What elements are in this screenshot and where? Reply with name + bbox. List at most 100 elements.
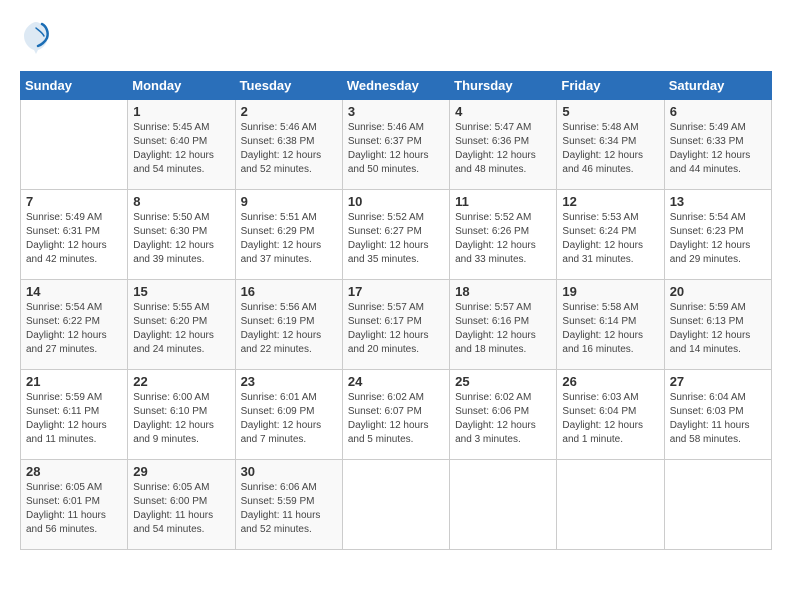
day-info: Sunrise: 5:50 AM Sunset: 6:30 PM Dayligh… — [133, 211, 229, 267]
day-number: 2 — [241, 104, 337, 119]
day-number: 24 — [348, 374, 444, 389]
day-number: 17 — [348, 284, 444, 299]
day-info: Sunrise: 6:04 AM Sunset: 6:03 PM Dayligh… — [670, 391, 766, 447]
day-info: Sunrise: 5:47 AM Sunset: 6:36 PM Dayligh… — [455, 121, 551, 177]
calendar-cell: 13 Sunrise: 5:54 AM Sunset: 6:23 PM Dayli… — [664, 189, 771, 279]
calendar-cell: 8 Sunrise: 5:50 AM Sunset: 6:30 PM Daylig… — [128, 189, 235, 279]
day-info: Sunrise: 6:06 AM Sunset: 5:59 PM Dayligh… — [241, 481, 337, 537]
calendar-cell: 7 Sunrise: 5:49 AM Sunset: 6:31 PM Daylig… — [21, 189, 128, 279]
day-number: 13 — [670, 194, 766, 209]
day-info: Sunrise: 5:58 AM Sunset: 6:14 PM Dayligh… — [562, 301, 658, 357]
day-number: 6 — [670, 104, 766, 119]
calendar-cell: 4 Sunrise: 5:47 AM Sunset: 6:36 PM Daylig… — [450, 99, 557, 189]
calendar-cell: 25 Sunrise: 6:02 AM Sunset: 6:06 PM Dayli… — [450, 369, 557, 459]
day-info: Sunrise: 6:02 AM Sunset: 6:06 PM Dayligh… — [455, 391, 551, 447]
day-number: 8 — [133, 194, 229, 209]
logo-bird-icon — [22, 20, 50, 61]
calendar-cell: 18 Sunrise: 5:57 AM Sunset: 6:16 PM Dayli… — [450, 279, 557, 369]
calendar-cell — [450, 459, 557, 549]
calendar-cell: 6Sunrise: 5:49 AM Sunset: 6:33 PM Daylig… — [664, 99, 771, 189]
calendar-cell: 12 Sunrise: 5:53 AM Sunset: 6:24 PM Dayli… — [557, 189, 664, 279]
logo — [20, 20, 50, 61]
calendar-cell: 28 Sunrise: 6:05 AM Sunset: 6:01 PM Dayli… — [21, 459, 128, 549]
day-header-tuesday: Tuesday — [235, 71, 342, 99]
day-number: 29 — [133, 464, 229, 479]
day-info: Sunrise: 5:51 AM Sunset: 6:29 PM Dayligh… — [241, 211, 337, 267]
calendar-cell: 29 Sunrise: 6:05 AM Sunset: 6:00 PM Dayli… — [128, 459, 235, 549]
calendar-cell — [664, 459, 771, 549]
day-number: 26 — [562, 374, 658, 389]
day-number: 20 — [670, 284, 766, 299]
day-header-monday: Monday — [128, 71, 235, 99]
day-header-thursday: Thursday — [450, 71, 557, 99]
day-header-friday: Friday — [557, 71, 664, 99]
calendar-week-row: 28 Sunrise: 6:05 AM Sunset: 6:01 PM Dayli… — [21, 459, 772, 549]
day-number: 16 — [241, 284, 337, 299]
day-info: Sunrise: 5:54 AM Sunset: 6:23 PM Dayligh… — [670, 211, 766, 267]
calendar-cell: 5Sunrise: 5:48 AM Sunset: 6:34 PM Daylig… — [557, 99, 664, 189]
day-info: Sunrise: 5:52 AM Sunset: 6:27 PM Dayligh… — [348, 211, 444, 267]
calendar-cell — [342, 459, 449, 549]
calendar-cell: 17 Sunrise: 5:57 AM Sunset: 6:17 PM Dayli… — [342, 279, 449, 369]
day-number: 12 — [562, 194, 658, 209]
day-number: 25 — [455, 374, 551, 389]
day-info: Sunrise: 6:01 AM Sunset: 6:09 PM Dayligh… — [241, 391, 337, 447]
day-info: Sunrise: 5:48 AM Sunset: 6:34 PM Dayligh… — [562, 121, 658, 177]
calendar-cell: 10 Sunrise: 5:52 AM Sunset: 6:27 PM Dayli… — [342, 189, 449, 279]
day-number: 3 — [348, 104, 444, 119]
calendar-cell: 2Sunrise: 5:46 AM Sunset: 6:38 PM Daylig… — [235, 99, 342, 189]
day-info: Sunrise: 6:05 AM Sunset: 6:01 PM Dayligh… — [26, 481, 122, 537]
day-info: Sunrise: 5:57 AM Sunset: 6:16 PM Dayligh… — [455, 301, 551, 357]
day-header-sunday: Sunday — [21, 71, 128, 99]
day-info: Sunrise: 5:53 AM Sunset: 6:24 PM Dayligh… — [562, 211, 658, 267]
calendar-cell: 24 Sunrise: 6:02 AM Sunset: 6:07 PM Dayli… — [342, 369, 449, 459]
calendar-week-row: 7 Sunrise: 5:49 AM Sunset: 6:31 PM Daylig… — [21, 189, 772, 279]
calendar-cell: 20Sunrise: 5:59 AM Sunset: 6:13 PM Dayli… — [664, 279, 771, 369]
calendar-cell: 21 Sunrise: 5:59 AM Sunset: 6:11 PM Dayli… — [21, 369, 128, 459]
calendar-cell: 15 Sunrise: 5:55 AM Sunset: 6:20 PM Dayli… — [128, 279, 235, 369]
day-info: Sunrise: 6:02 AM Sunset: 6:07 PM Dayligh… — [348, 391, 444, 447]
calendar-cell: 23 Sunrise: 6:01 AM Sunset: 6:09 PM Dayli… — [235, 369, 342, 459]
day-info: Sunrise: 5:56 AM Sunset: 6:19 PM Dayligh… — [241, 301, 337, 357]
calendar-week-row: 14 Sunrise: 5:54 AM Sunset: 6:22 PM Dayli… — [21, 279, 772, 369]
day-number: 14 — [26, 284, 122, 299]
day-number: 1 — [133, 104, 229, 119]
calendar-cell — [21, 99, 128, 189]
day-info: Sunrise: 5:49 AM Sunset: 6:31 PM Dayligh… — [26, 211, 122, 267]
calendar-cell: 1 Sunrise: 5:45 AM Sunset: 6:40 PM Daylig… — [128, 99, 235, 189]
day-info: Sunrise: 5:46 AM Sunset: 6:37 PM Dayligh… — [348, 121, 444, 177]
day-number: 23 — [241, 374, 337, 389]
calendar-cell: 14 Sunrise: 5:54 AM Sunset: 6:22 PM Dayli… — [21, 279, 128, 369]
day-number: 19 — [562, 284, 658, 299]
day-number: 9 — [241, 194, 337, 209]
day-number: 4 — [455, 104, 551, 119]
day-number: 7 — [26, 194, 122, 209]
day-number: 21 — [26, 374, 122, 389]
calendar-cell: 11Sunrise: 5:52 AM Sunset: 6:26 PM Dayli… — [450, 189, 557, 279]
day-info: Sunrise: 5:55 AM Sunset: 6:20 PM Dayligh… — [133, 301, 229, 357]
day-header-saturday: Saturday — [664, 71, 771, 99]
day-number: 11 — [455, 194, 551, 209]
day-number: 10 — [348, 194, 444, 209]
calendar-cell: 9 Sunrise: 5:51 AM Sunset: 6:29 PM Daylig… — [235, 189, 342, 279]
day-info: Sunrise: 6:03 AM Sunset: 6:04 PM Dayligh… — [562, 391, 658, 447]
day-number: 18 — [455, 284, 551, 299]
page-header — [20, 20, 772, 61]
calendar-cell: 26 Sunrise: 6:03 AM Sunset: 6:04 PM Dayli… — [557, 369, 664, 459]
day-info: Sunrise: 6:05 AM Sunset: 6:00 PM Dayligh… — [133, 481, 229, 537]
day-info: Sunrise: 5:57 AM Sunset: 6:17 PM Dayligh… — [348, 301, 444, 357]
calendar-cell: 19 Sunrise: 5:58 AM Sunset: 6:14 PM Dayli… — [557, 279, 664, 369]
calendar-cell: 30 Sunrise: 6:06 AM Sunset: 5:59 PM Dayli… — [235, 459, 342, 549]
day-header-wednesday: Wednesday — [342, 71, 449, 99]
calendar-header-row: SundayMondayTuesdayWednesdayThursdayFrid… — [21, 71, 772, 99]
day-number: 28 — [26, 464, 122, 479]
calendar-week-row: 1 Sunrise: 5:45 AM Sunset: 6:40 PM Daylig… — [21, 99, 772, 189]
day-number: 30 — [241, 464, 337, 479]
day-number: 15 — [133, 284, 229, 299]
calendar-body: 1 Sunrise: 5:45 AM Sunset: 6:40 PM Daylig… — [21, 99, 772, 549]
day-info: Sunrise: 6:00 AM Sunset: 6:10 PM Dayligh… — [133, 391, 229, 447]
day-info: Sunrise: 5:59 AM Sunset: 6:11 PM Dayligh… — [26, 391, 122, 447]
calendar-table: SundayMondayTuesdayWednesdayThursdayFrid… — [20, 71, 772, 550]
day-info: Sunrise: 5:54 AM Sunset: 6:22 PM Dayligh… — [26, 301, 122, 357]
day-info: Sunrise: 5:45 AM Sunset: 6:40 PM Dayligh… — [133, 121, 229, 177]
